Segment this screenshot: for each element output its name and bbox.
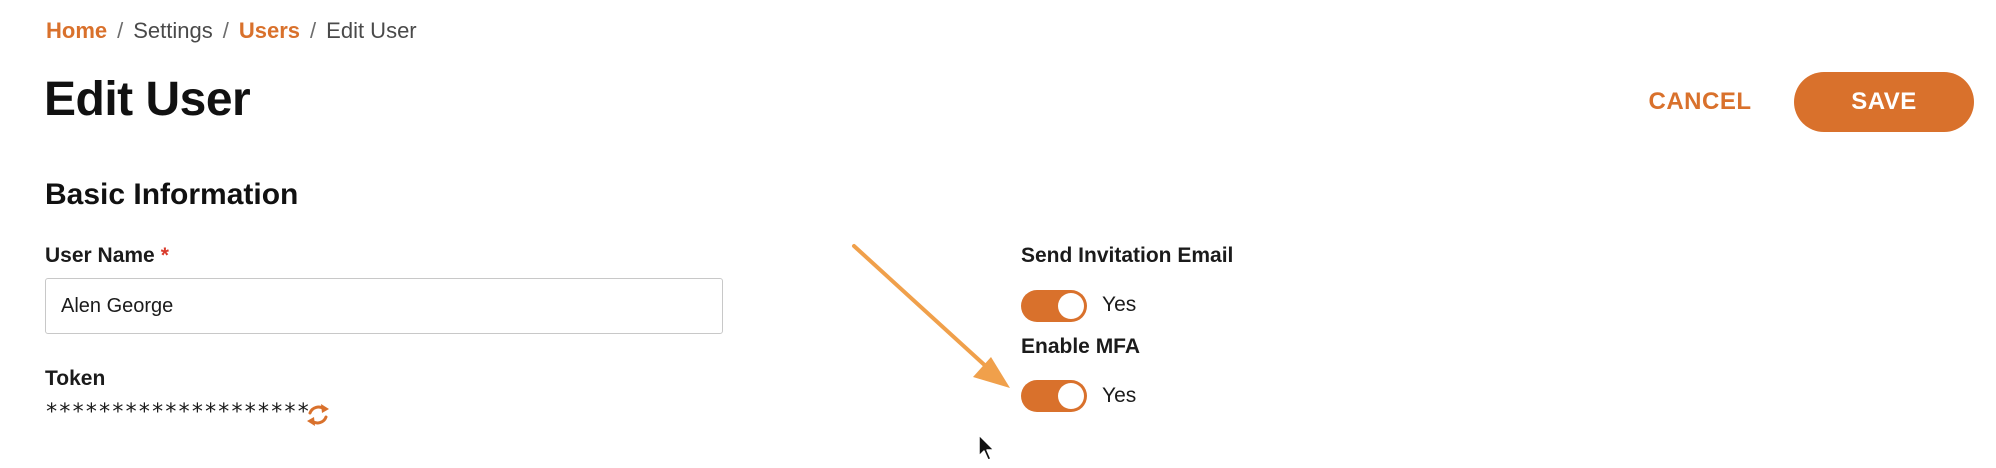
token-value: ******************** [45, 400, 310, 425]
send-invitation-email-status: Yes [1102, 293, 1137, 316]
send-invitation-email-label: Send Invitation Email [1021, 244, 1234, 267]
refresh-icon[interactable] [305, 400, 331, 430]
user-name-label: User Name * [45, 244, 169, 268]
breadcrumb: Home / Settings / Users / Edit User [46, 18, 417, 44]
mouse-cursor-icon [978, 434, 995, 461]
toggle-knob [1058, 383, 1084, 409]
send-invitation-email-toggle[interactable] [1021, 290, 1087, 322]
token-label: Token [45, 367, 106, 390]
breadcrumb-settings: Settings [133, 18, 213, 43]
arrow-annotation [852, 244, 1010, 388]
cancel-button[interactable]: CANCEL [1640, 72, 1760, 132]
toggle-knob [1058, 293, 1084, 319]
section-heading-basic-information: Basic Information [45, 178, 299, 211]
required-marker: * [160, 244, 169, 267]
enable-mfa-label: Enable MFA [1021, 335, 1141, 358]
breadcrumb-separator: / [117, 18, 124, 43]
breadcrumb-separator: / [310, 18, 317, 43]
page-title: Edit User [44, 73, 251, 126]
save-button[interactable]: SAVE [1794, 72, 1974, 132]
breadcrumb-separator: / [222, 18, 229, 43]
enable-mfa-toggle[interactable] [1021, 380, 1087, 412]
breadcrumb-home-link[interactable]: Home [46, 18, 107, 43]
breadcrumb-users-link[interactable]: Users [239, 18, 300, 43]
breadcrumb-current: Edit User [326, 18, 417, 43]
user-name-input[interactable] [45, 278, 723, 334]
refresh-icon-graphic [307, 404, 329, 426]
enable-mfa-status: Yes [1102, 384, 1137, 407]
user-name-label-text: User Name [45, 244, 155, 267]
